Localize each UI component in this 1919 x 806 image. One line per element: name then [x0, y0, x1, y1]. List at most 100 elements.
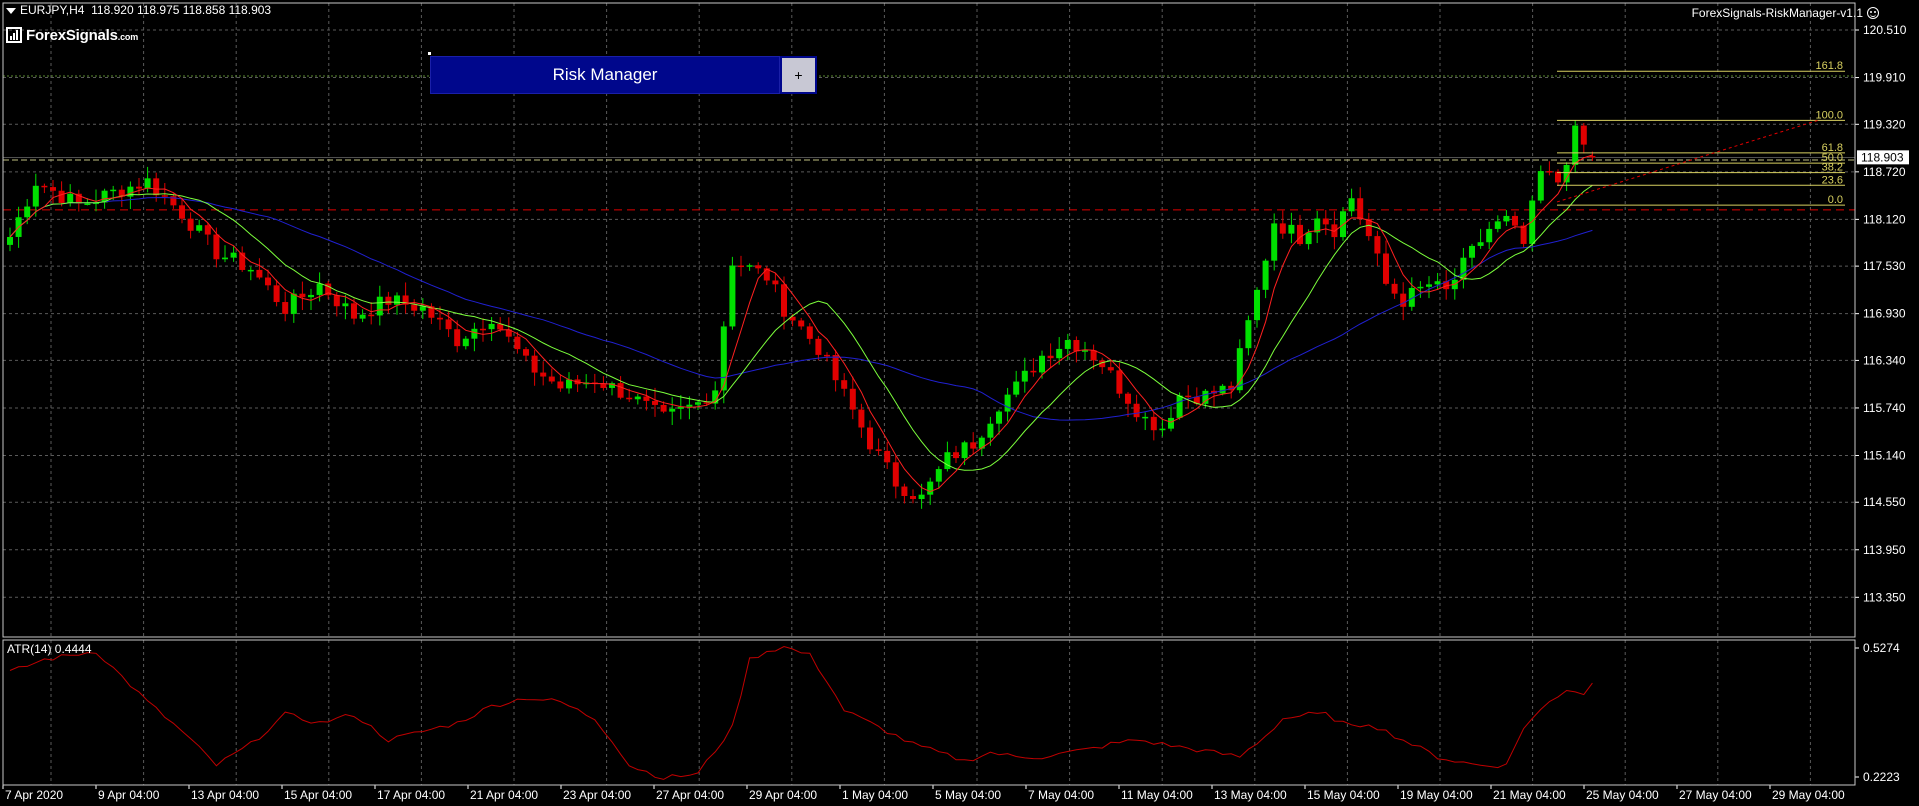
- time-axis: 7 Apr 2020 9 Apr 04:00 13 Apr 04:00 15 Apr …: [2, 785, 1845, 802]
- candle-body: [858, 409, 865, 428]
- expert-advisor-label[interactable]: ForexSignals-RiskManager-v1.1: [1692, 6, 1879, 20]
- expand-button[interactable]: +: [780, 56, 817, 94]
- atr-tick-label: 0.2223: [1863, 770, 1900, 784]
- y-tick-label: 120.510: [1863, 23, 1907, 37]
- candle-body: [1477, 242, 1484, 246]
- x-tick-label: 23 Apr 04:00: [563, 788, 631, 802]
- candle-body: [643, 396, 650, 401]
- x-tick-label: 9 Apr 04:00: [98, 788, 160, 802]
- fib-label: 100.0: [1815, 109, 1843, 121]
- candle-body: [1039, 355, 1045, 373]
- y-tick-label: 113.950: [1863, 543, 1906, 557]
- candle-body: [669, 408, 676, 412]
- price-chart[interactable]: 161.8100.061.850.038.223.60.0 120.510 119…: [0, 0, 1919, 806]
- candle-body: [953, 452, 959, 459]
- candle-body: [1400, 293, 1407, 307]
- candle-body: [738, 265, 744, 268]
- y-tick-label: 119.320: [1863, 117, 1906, 131]
- fib-label: 38.2: [1822, 162, 1843, 174]
- candle-body: [755, 265, 762, 269]
- candle-body: [746, 265, 753, 267]
- candle-body: [58, 190, 65, 203]
- candle-body: [1116, 370, 1123, 394]
- candle-body: [1520, 225, 1527, 244]
- main-frame: [2, 2, 1856, 638]
- candle-body: [660, 404, 667, 412]
- candle-body: [1262, 260, 1269, 290]
- candle-body: [419, 306, 426, 311]
- symbol-header: EURJPY,H4 118.920 118.975 118.858 118.90…: [6, 3, 271, 17]
- y-tick-label: 115.140: [1863, 448, 1906, 462]
- candle-body: [1503, 215, 1510, 222]
- candle-body: [222, 257, 228, 260]
- candle-body: [1434, 281, 1441, 285]
- candle-body: [892, 462, 899, 487]
- triangle-down-icon[interactable]: [6, 7, 16, 14]
- price-axis: 120.510 119.910 119.320 118.720 118.120 117.5…: [1855, 23, 1909, 604]
- candle-body: [1546, 171, 1553, 173]
- risk-manager-panel[interactable]: Risk Manager +: [430, 56, 817, 94]
- candle-body: [1417, 286, 1424, 289]
- candle-body: [600, 383, 607, 388]
- x-tick-label: 7 May 04:00: [1028, 788, 1094, 802]
- x-tick-label: 25 May 04:00: [1586, 788, 1659, 802]
- candle-body: [1176, 395, 1183, 418]
- fib-trendline: [1556, 119, 1819, 203]
- candle-body: [437, 317, 443, 320]
- candle-body: [376, 296, 383, 316]
- x-tick-label: 29 Apr 04:00: [749, 788, 817, 802]
- x-tick-label: 7 Apr 2020: [5, 788, 63, 802]
- x-tick-label: 13 May 04:00: [1214, 788, 1287, 802]
- candle-body: [1512, 215, 1518, 226]
- candle-body: [1013, 381, 1020, 395]
- candle-body: [1426, 284, 1432, 287]
- y-tick-label: 113.350: [1863, 590, 1906, 604]
- smiley-icon[interactable]: [1867, 7, 1879, 19]
- x-tick-label: 17 Apr 04:00: [377, 788, 445, 802]
- candle-body: [196, 225, 203, 231]
- x-tick-label: 5 May 04:00: [935, 788, 1001, 802]
- atr-tick-label: 0.5274: [1863, 641, 1900, 655]
- candle-body: [523, 349, 529, 356]
- candle-body: [1348, 198, 1355, 212]
- candle-body: [1064, 340, 1071, 349]
- candle-body: [626, 397, 633, 400]
- candle-body: [462, 338, 469, 347]
- candle-body: [153, 178, 160, 196]
- candle-body: [961, 442, 968, 459]
- candle-body: [385, 296, 392, 305]
- candle-body: [1555, 171, 1561, 183]
- candle-body: [832, 355, 839, 381]
- x-tick-label: 21 May 04:00: [1493, 788, 1566, 802]
- x-tick-label: 15 Apr 04:00: [284, 788, 352, 802]
- candle-body: [1469, 245, 1475, 258]
- fibonacci-retracement[interactable]: 161.8100.061.850.038.223.60.0: [1556, 60, 1845, 206]
- candle-body: [1150, 416, 1157, 431]
- candle-body: [703, 402, 710, 404]
- y-tick-label: 119.910: [1863, 71, 1906, 85]
- candle-body: [1494, 221, 1501, 229]
- candle-body: [987, 423, 994, 438]
- candle-body: [1133, 403, 1140, 418]
- candle-body: [282, 302, 289, 314]
- candle-body: [1572, 125, 1579, 165]
- candle-body: [1297, 224, 1303, 245]
- bar-chart-icon: [6, 27, 22, 43]
- x-tick-label: 15 May 04:00: [1307, 788, 1380, 802]
- candle-body: [1159, 428, 1166, 431]
- risk-manager-title[interactable]: Risk Manager: [430, 56, 780, 94]
- candle-body: [394, 295, 400, 305]
- candle-body: [806, 326, 813, 339]
- candle-body: [781, 284, 787, 317]
- candle-body: [1047, 355, 1054, 359]
- candle-body: [1202, 390, 1209, 404]
- y-tick-label: 115.740: [1863, 401, 1906, 415]
- x-tick-label: 19 May 04:00: [1400, 788, 1473, 802]
- candle-body: [454, 329, 461, 347]
- candle-body: [342, 303, 349, 307]
- candle-body: [695, 402, 701, 405]
- candle-body: [540, 372, 547, 377]
- candle-body: [480, 328, 486, 331]
- y-tick-label: 118.120: [1863, 212, 1906, 226]
- candle-body: [1254, 289, 1260, 321]
